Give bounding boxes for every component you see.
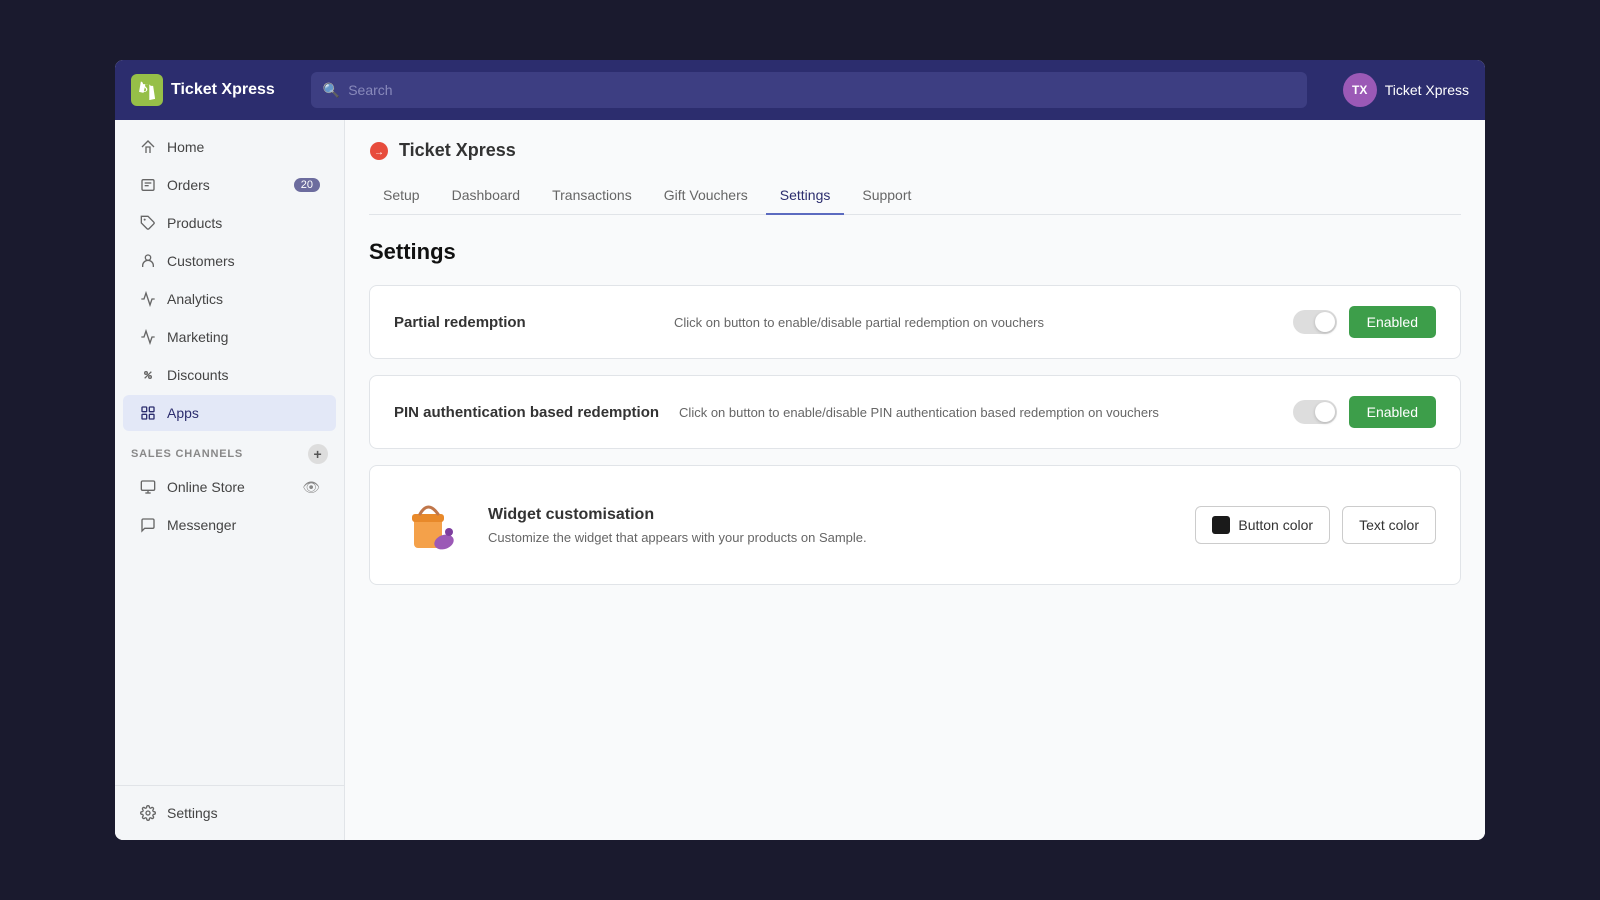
- pin-auth-toggle-wrap: Enabled: [1293, 396, 1436, 428]
- topbar-logo: Ticket Xpress: [131, 74, 275, 106]
- partial-redemption-row: Partial redemption Click on button to en…: [369, 285, 1461, 359]
- products-icon: [139, 214, 157, 232]
- main-content: → Ticket Xpress Setup Dashboard Transact…: [345, 120, 1485, 840]
- messenger-icon: [139, 516, 157, 534]
- sidebar-item-home[interactable]: Home: [123, 129, 336, 165]
- sidebar-customers-label: Customers: [167, 253, 235, 269]
- sidebar-orders-label: Orders: [167, 177, 210, 193]
- sidebar-item-messenger[interactable]: Messenger: [123, 507, 336, 543]
- add-sales-channel-button[interactable]: +: [308, 444, 328, 464]
- search-bar: 🔍: [311, 72, 1307, 108]
- sidebar-home-label: Home: [167, 139, 204, 155]
- svg-text:→: →: [374, 147, 384, 158]
- search-icon: 🔍: [323, 82, 340, 99]
- partial-redemption-right: Click on button to enable/disable partia…: [654, 306, 1436, 338]
- widget-title: Widget customisation: [488, 506, 1171, 524]
- search-input[interactable]: [348, 82, 1295, 98]
- nav-bottom: Settings: [115, 785, 344, 832]
- orders-badge: 20: [294, 178, 320, 192]
- app-header-title: Ticket Xpress: [399, 140, 516, 161]
- sidebar-item-marketing[interactable]: Marketing: [123, 319, 336, 355]
- widget-icon: [394, 490, 464, 560]
- pin-toggle-knob: [1315, 402, 1335, 422]
- pin-auth-right: Click on button to enable/disable PIN au…: [659, 396, 1436, 428]
- sales-channels-label: SALES CHANNELS: [131, 448, 243, 460]
- partial-redemption-desc: Click on button to enable/disable partia…: [654, 315, 1277, 330]
- sidebar-settings-label: Settings: [167, 805, 218, 821]
- tab-dashboard[interactable]: Dashboard: [438, 177, 535, 215]
- apps-icon: [139, 404, 157, 422]
- customers-icon: [139, 252, 157, 270]
- user-avatar[interactable]: TX: [1343, 73, 1377, 107]
- topbar: Ticket Xpress 🔍 TX Ticket Xpress: [115, 60, 1485, 120]
- online-store-icon: [139, 478, 157, 496]
- sidebar-item-products[interactable]: Products: [123, 205, 336, 241]
- sidebar-item-orders[interactable]: Orders 20: [123, 167, 336, 203]
- pin-auth-enabled-button[interactable]: Enabled: [1349, 396, 1436, 428]
- sidebar-item-customers[interactable]: Customers: [123, 243, 336, 279]
- analytics-icon: [139, 290, 157, 308]
- sidebar-item-discounts[interactable]: Discounts: [123, 357, 336, 393]
- marketing-icon: [139, 328, 157, 346]
- sidebar-marketing-label: Marketing: [167, 329, 228, 345]
- home-icon: [139, 138, 157, 156]
- button-color-swatch: [1212, 516, 1230, 534]
- sidebar-analytics-label: Analytics: [167, 291, 223, 307]
- sidebar-products-label: Products: [167, 215, 222, 231]
- sidebar-discounts-label: Discounts: [167, 367, 228, 383]
- sidebar-item-online-store[interactable]: Online Store 👁: [123, 469, 336, 505]
- shopify-icon: [131, 74, 163, 106]
- pin-auth-desc: Click on button to enable/disable PIN au…: [659, 405, 1277, 420]
- sidebar: Home Orders 20 Products Customers: [115, 120, 345, 840]
- sidebar-item-settings[interactable]: Settings: [123, 795, 336, 831]
- tabs: Setup Dashboard Transactions Gift Vouche…: [369, 177, 1461, 215]
- button-color-button[interactable]: Button color: [1195, 506, 1330, 544]
- pin-auth-toggle[interactable]: [1293, 400, 1337, 424]
- widget-actions: Button color Text color: [1195, 506, 1436, 544]
- app-header: → Ticket Xpress: [369, 140, 1461, 161]
- topbar-user: TX Ticket Xpress: [1343, 73, 1469, 107]
- partial-redemption-enabled-button[interactable]: Enabled: [1349, 306, 1436, 338]
- tab-settings[interactable]: Settings: [766, 177, 845, 215]
- tab-support[interactable]: Support: [848, 177, 925, 215]
- sidebar-online-store-label: Online Store: [167, 479, 245, 495]
- settings-icon: [139, 804, 157, 822]
- toggle-knob: [1315, 312, 1335, 332]
- sidebar-messenger-label: Messenger: [167, 517, 236, 533]
- widget-text: Widget customisation Customize the widge…: [488, 506, 1171, 545]
- tab-setup[interactable]: Setup: [369, 177, 434, 215]
- text-color-label: Text color: [1359, 517, 1419, 533]
- main-layout: Home Orders 20 Products Customers: [115, 120, 1485, 840]
- sidebar-item-apps[interactable]: Apps: [123, 395, 336, 431]
- discounts-icon: [139, 366, 157, 384]
- sales-channels-header: SALES CHANNELS +: [115, 432, 344, 468]
- pin-auth-row: PIN authentication based redemption Clic…: [369, 375, 1461, 449]
- search-input-wrap: 🔍: [311, 72, 1307, 108]
- sidebar-apps-label: Apps: [167, 405, 199, 421]
- app-logo: →: [369, 141, 389, 161]
- tab-gift-vouchers[interactable]: Gift Vouchers: [650, 177, 762, 215]
- partial-redemption-toggle[interactable]: [1293, 310, 1337, 334]
- widget-card: Widget customisation Customize the widge…: [369, 465, 1461, 585]
- text-color-button[interactable]: Text color: [1342, 506, 1436, 544]
- orders-icon: [139, 176, 157, 194]
- partial-redemption-toggle-wrap: Enabled: [1293, 306, 1436, 338]
- sidebar-item-analytics[interactable]: Analytics: [123, 281, 336, 317]
- tab-transactions[interactable]: Transactions: [538, 177, 646, 215]
- settings-page-title: Settings: [369, 239, 1461, 265]
- topbar-title: Ticket Xpress: [171, 81, 275, 99]
- button-color-label: Button color: [1238, 517, 1313, 533]
- pin-auth-label: PIN authentication based redemption: [394, 404, 659, 421]
- widget-desc: Customize the widget that appears with y…: [488, 530, 1171, 545]
- partial-redemption-label: Partial redemption: [394, 314, 654, 331]
- eye-icon[interactable]: 👁: [302, 479, 320, 496]
- user-name-label: Ticket Xpress: [1385, 82, 1469, 98]
